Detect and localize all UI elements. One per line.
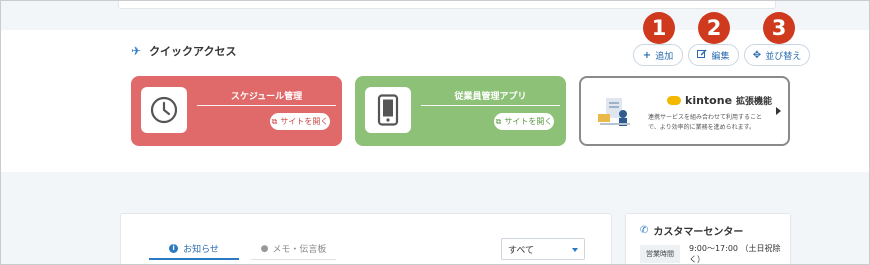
open-site-label: サイトを開く <box>504 117 553 126</box>
move-arrows-icon: ✥ <box>752 49 762 61</box>
open-site-button[interactable]: ⧉ サイトを開く <box>270 113 330 130</box>
kintone-description: 連携サービスを組み合わせて利用することで、より効率的に業務を進められます。 <box>648 114 763 131</box>
news-panel: i お知らせ ● メモ・伝言板 すべて <box>120 213 612 265</box>
add-label: 追加 <box>655 51 674 62</box>
employee-app-card[interactable]: 従業員管理アプリ ⧉ サイトを開く <box>355 76 566 146</box>
add-button[interactable]: + 追加 <box>633 44 683 66</box>
sort-label: 並び替え <box>765 51 802 62</box>
tab-memo[interactable]: ● メモ・伝言板 <box>251 238 336 260</box>
annotation-marker-3: 3 <box>763 12 795 44</box>
business-hours-value: 9:00～17:00 （土日祝除く） <box>689 244 781 264</box>
divider <box>421 105 560 106</box>
customer-center-panel: ✆ カスタマーセンター 営業時間 9:00～17:00 （土日祝除く） <box>625 213 791 265</box>
customer-center-title: カスタマーセンター <box>653 227 744 238</box>
filter-value: すべて <box>508 245 535 256</box>
previous-panel-bottom <box>118 0 776 9</box>
chevron-right-icon[interactable] <box>776 107 781 115</box>
schedule-card[interactable]: スケジュール管理 ⧉ サイトを開く <box>131 76 342 146</box>
smartphone-icon <box>365 87 411 133</box>
quick-access-title: クイックアクセス <box>149 45 237 58</box>
caret-down-icon <box>572 248 578 252</box>
open-site-label: サイトを開く <box>280 117 329 126</box>
filter-select[interactable]: すべて <box>501 238 585 260</box>
tab-news[interactable]: i お知らせ <box>149 238 239 260</box>
tab-news-label: お知らせ <box>183 244 219 255</box>
business-hours-label: 営業時間 <box>640 245 680 263</box>
card-title: スケジュール管理 <box>230 92 303 102</box>
annotation-marker-2: 2 <box>698 12 730 44</box>
annotation-marker-1: 1 <box>643 12 675 44</box>
comment-icon: ● <box>260 243 269 254</box>
sort-button[interactable]: ✥ 並び替え <box>744 44 810 66</box>
external-link-icon: ⧉ <box>271 116 278 126</box>
edit-button[interactable]: 編集 <box>688 44 739 66</box>
plus-icon: + <box>642 49 652 61</box>
airplane-icon: ✈ <box>131 44 142 58</box>
external-link-icon: ⧉ <box>495 116 502 126</box>
divider <box>197 105 336 106</box>
tab-memo-label: メモ・伝言板 <box>272 245 327 255</box>
customer-center-heading: ✆ カスタマーセンター <box>640 223 743 238</box>
quick-access-heading: ✈ クイックアクセス <box>131 43 237 59</box>
clock-icon <box>141 87 187 133</box>
office-illustration-icon <box>598 98 630 126</box>
kintone-cloud-icon <box>667 96 681 105</box>
edit-label: 編集 <box>711 51 730 62</box>
card-title: 従業員管理アプリ <box>454 92 527 102</box>
pencil-icon <box>697 49 707 62</box>
extension-label: 拡張機能 <box>736 97 773 107</box>
kintone-logo: kintone 拡張機能 <box>667 94 772 107</box>
kintone-extension-card[interactable]: kintone 拡張機能 連携サービスを組み合わせて利用することで、より効率的に… <box>579 76 790 146</box>
open-site-button[interactable]: ⧉ サイトを開く <box>494 113 554 130</box>
info-icon: i <box>169 243 179 253</box>
phone-icon: ✆ <box>640 225 649 236</box>
